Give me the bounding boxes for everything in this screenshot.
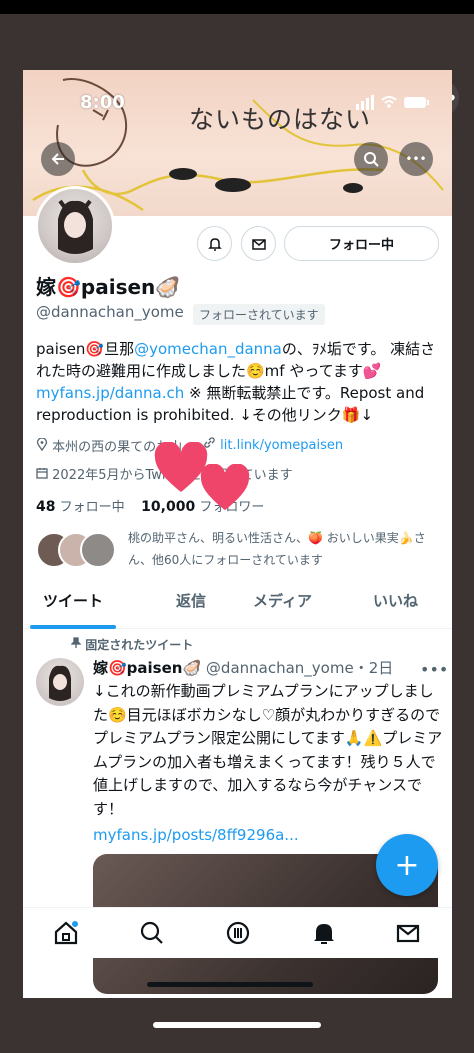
bio-mention-link[interactable]: @yomechan_danna: [134, 340, 282, 358]
tweet-author-name[interactable]: 嫁🎯paisen🦪: [93, 659, 201, 677]
bio-text: paisen🎯旦那: [36, 340, 135, 358]
tab-likes[interactable]: いいね: [373, 590, 418, 611]
bio-link[interactable]: myfans.jp/danna.ch: [36, 384, 184, 402]
avatar: [80, 532, 116, 568]
status-icons: [356, 94, 432, 114]
top-strip: [0, 0, 474, 14]
status-time: 8:00: [80, 92, 125, 113]
display-name: 嫁🎯paisen🦪: [36, 275, 181, 299]
active-tab-indicator: [30, 625, 116, 629]
notify-bell-button[interactable]: [197, 226, 232, 261]
tab-tweets[interactable]: ツイート: [43, 590, 103, 611]
back-button[interactable]: [41, 142, 75, 176]
search-button[interactable]: [354, 142, 388, 176]
mail-icon[interactable]: [395, 920, 421, 946]
tab-replies[interactable]: 返信: [176, 590, 206, 611]
banner-text: ないものはない: [189, 105, 372, 134]
profile-bio: paisen🎯旦那@yomechan_dannaの、ｦﾒ垢です。 凍結された時の…: [36, 338, 436, 426]
pinned-label: 固定されたツイート: [70, 636, 193, 653]
bell-plus-icon: [207, 237, 222, 251]
search-icon: [364, 152, 379, 167]
pin-icon: [70, 637, 82, 648]
tweet-handle-time: @dannachan_yome・2日: [205, 659, 394, 677]
tweet-header: 嫁🎯paisen🦪 @dannachan_yome・2日: [93, 657, 393, 678]
calendar-icon: [36, 468, 48, 479]
outer-home-indicator: [153, 1022, 321, 1028]
tab-media[interactable]: メディア: [253, 590, 312, 611]
following-button[interactable]: フォロー中: [284, 226, 439, 261]
tweet-more-icon[interactable]: •••: [420, 660, 448, 679]
bell-icon[interactable]: [311, 920, 337, 946]
heart-sticker: [199, 463, 251, 516]
arrow-left-icon: [51, 153, 64, 165]
profile-avatar[interactable]: [35, 186, 115, 266]
bottom-nav: [23, 907, 452, 958]
followed-by-text[interactable]: 桃の助平さん、明るい性活さん、🍑 おいしい果実🍌さん、他60人にフォローされてい…: [128, 527, 448, 571]
following-stat[interactable]: 48 フォロー中: [36, 499, 125, 515]
message-button[interactable]: [241, 226, 276, 261]
follows-you-badge: フォローされています: [193, 304, 325, 325]
tweet-body: ↓これの新作動画プレミアムプランにアップしました☺️目元ほぼボカシなし♡顔が丸わ…: [93, 682, 443, 818]
more-button[interactable]: •••: [399, 142, 433, 176]
tweet-link[interactable]: myfans.jp/posts/8ff9296a...: [93, 826, 299, 844]
profile-tabs: ツイート 返信 メディア いいね: [23, 578, 452, 629]
envelope-icon: [251, 238, 266, 250]
search-icon[interactable]: [139, 920, 165, 946]
home-indicator: [147, 982, 313, 987]
spaces-icon[interactable]: [225, 920, 251, 946]
tweet-avatar[interactable]: [36, 658, 84, 706]
compose-tweet-button[interactable]: +: [376, 834, 438, 896]
home-icon[interactable]: [53, 920, 79, 946]
website-link[interactable]: lit.link/yomepaisen: [220, 438, 343, 453]
website[interactable]: lit.link/yomepaisen: [203, 436, 343, 453]
location-pin-icon: [36, 437, 48, 452]
phone-screen: ないものはない 8:00 ••• フォロー中 嫁🎯paisen🦪 @dannac…: [23, 70, 452, 998]
followed-by-avatars[interactable]: [36, 532, 126, 572]
user-handle: @dannachan_yome: [36, 303, 184, 321]
